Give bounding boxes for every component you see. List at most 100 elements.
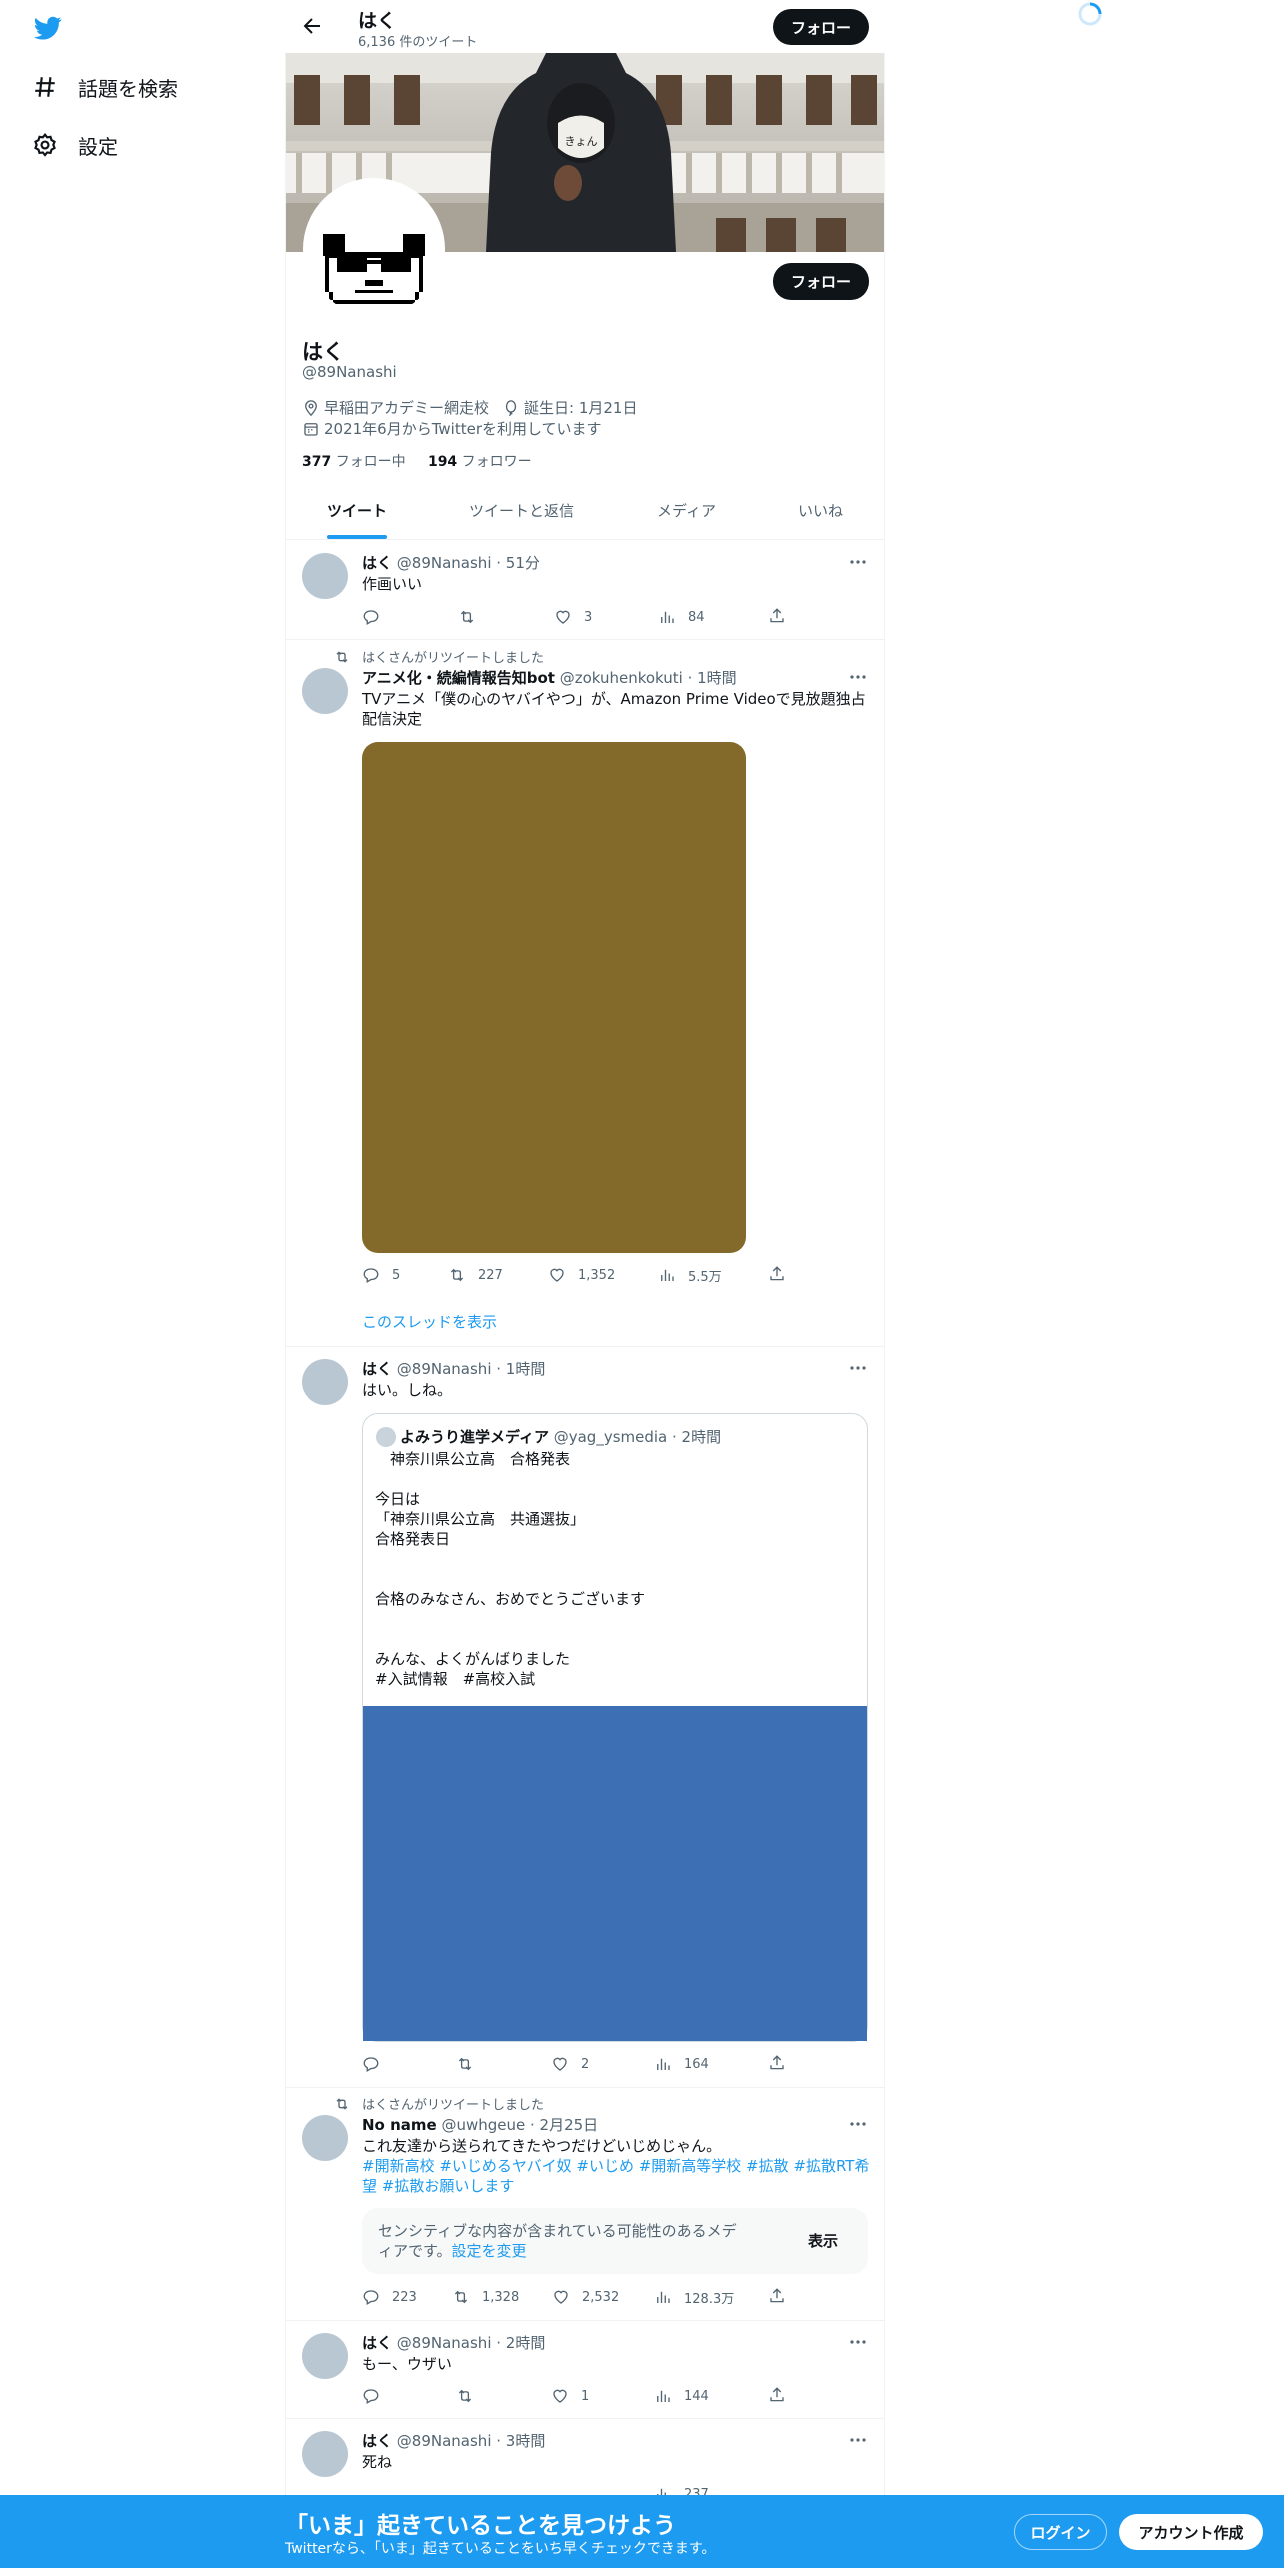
retweet-label-text[interactable]: はくさんがリツイートしました [362, 647, 544, 666]
tweet-header: はく @89Nanashi · 51分 [362, 552, 540, 573]
signup-button[interactable]: アカウント作成 [1119, 2514, 1263, 2550]
like-button[interactable]: 2 [551, 2054, 589, 2074]
quoted-line: みんな、よくがんばりました [375, 1650, 571, 1668]
retweet-button[interactable] [458, 607, 488, 627]
views-chart-icon [661, 611, 674, 623]
tab-likes[interactable]: いいね [798, 500, 843, 521]
tweet-author-name[interactable]: はく [362, 2432, 392, 2450]
profile-joined-text: 2021年6月からTwitterを利用しています [324, 420, 602, 438]
tweet-avatar[interactable] [302, 668, 348, 714]
tweet-text: TVアニメ「僕の心のヤバイやつ」が、Amazon Prime Videoで見放題… [362, 690, 866, 728]
profile-handle: @89Nanashi [302, 363, 397, 381]
like-button[interactable]: 1 [551, 2386, 589, 2406]
more-options-icon[interactable] [848, 2114, 868, 2134]
share-icon[interactable] [768, 607, 786, 625]
more-options-icon[interactable] [848, 2430, 868, 2450]
more-options-icon[interactable] [848, 1358, 868, 1378]
tweet-avatar[interactable] [302, 553, 348, 599]
like-count: 1 [581, 2388, 590, 2404]
retweet-label: はくさんがリツイートしました [334, 2094, 544, 2113]
retweet-icon [454, 2290, 468, 2304]
heart-icon [556, 610, 570, 624]
tweet-divider [286, 2320, 884, 2321]
location-pin-icon [305, 399, 317, 416]
header-follow-button[interactable]: フォロー [773, 9, 869, 45]
views-button[interactable]: 84 [658, 607, 705, 627]
tweet-author-name[interactable]: はく [362, 554, 392, 572]
tab-tweets-replies[interactable]: ツイートと返信 [469, 500, 574, 521]
reply-button[interactable] [362, 2386, 392, 2406]
login-prompt-subtitle: Twitterなら、「いま」起きていることをいち早くチェックできます。 [285, 2541, 716, 2557]
follow-button[interactable]: フォロー [773, 263, 869, 300]
tweet-avatar[interactable] [302, 1359, 348, 1405]
retweet-label-text[interactable]: はくさんがリツイートしました [362, 2094, 544, 2113]
quoted-tweet-media[interactable] [363, 1706, 867, 2041]
like-count: 2 [581, 2056, 590, 2072]
header-title: はく [358, 10, 397, 32]
loading-spinner-icon [1078, 2, 1102, 26]
views-chart-icon [657, 2390, 670, 2402]
tweet-avatar[interactable] [302, 2333, 348, 2379]
tweet-avatar[interactable] [302, 2431, 348, 2477]
retweet-button[interactable]: 1,328 [452, 2287, 519, 2307]
tab-media[interactable]: メディア [657, 500, 716, 521]
following-link[interactable]: 377 フォロー中 [302, 454, 406, 470]
twitter-logo-icon[interactable] [32, 14, 64, 42]
retweet-icon [336, 650, 348, 663]
retweet-button[interactable] [456, 2386, 486, 2406]
more-options-icon[interactable] [848, 667, 868, 687]
tweet-avatar[interactable] [302, 2115, 348, 2161]
like-button[interactable]: 2,532 [552, 2287, 619, 2307]
like-button[interactable]: 3 [554, 607, 592, 627]
like-count: 1,352 [578, 1267, 616, 1283]
tweet-meta[interactable]: @89Nanashi · 51分 [397, 554, 540, 572]
share-icon[interactable] [768, 1265, 786, 1283]
views-button[interactable]: 164 [654, 2054, 709, 2074]
reply-button[interactable] [362, 2054, 392, 2074]
views-button[interactable]: 5.5万 [658, 1265, 722, 1285]
tweet-hashtags[interactable]: #開新高校 #いじめるヤバイ奴 #いじめ #開新高等学校 #拡散 #拡散RT希望… [362, 2156, 870, 2196]
reply-button[interactable]: 5 [362, 1265, 400, 1285]
nav-explore[interactable]: 話題を検索 [32, 67, 178, 107]
share-icon[interactable] [768, 2386, 786, 2404]
reply-button[interactable]: 223 [362, 2287, 417, 2307]
login-button[interactable]: ログイン [1014, 2514, 1107, 2550]
tweet-author-name[interactable]: はく [362, 1360, 392, 1378]
views-count: 144 [684, 2388, 709, 2404]
sensitive-warning-text: センシティブな内容が含まれている可能性のあるメディアです。設定を変更 [378, 2221, 748, 2261]
views-chart-icon [657, 2291, 670, 2303]
tweet-meta[interactable]: @89Nanashi · 1時間 [397, 1360, 546, 1378]
tweet-author-name[interactable]: No name [362, 2116, 437, 2134]
retweet-button[interactable]: 227 [448, 1265, 503, 1285]
retweet-button[interactable] [456, 2054, 486, 2074]
like-button[interactable]: 1,352 [548, 1265, 615, 1285]
change-settings-link[interactable]: 設定を変更 [452, 2242, 527, 2260]
tweet-header: アニメ化・続編情報告知bot @zokuhenkokuti · 1時間 [362, 667, 737, 688]
retweet-count: 227 [478, 1267, 503, 1283]
views-button[interactable]: 144 [654, 2386, 709, 2406]
more-options-icon[interactable] [848, 552, 868, 572]
share-icon[interactable] [768, 2054, 786, 2072]
reply-count: 5 [392, 1267, 401, 1283]
nav-settings[interactable]: 設定 [32, 125, 118, 165]
nav-explore-label: 話題を検索 [78, 76, 178, 101]
show-sensitive-button[interactable]: 表示 [808, 2230, 838, 2251]
tweet-meta[interactable]: @89Nanashi · 3時間 [397, 2432, 546, 2450]
more-options-icon[interactable] [848, 2332, 868, 2352]
show-thread-link[interactable]: このスレッドを表示 [362, 1311, 497, 1332]
profile-avatar[interactable] [303, 178, 445, 320]
tweet-meta[interactable]: @89Nanashi · 2時間 [397, 2334, 546, 2352]
profile-name: はく [302, 340, 344, 364]
reply-button[interactable] [362, 607, 392, 627]
views-button[interactable]: 128.3万 [654, 2287, 734, 2307]
tab-tweets[interactable]: ツイート [327, 500, 387, 521]
tweet-meta[interactable]: @zokuhenkokuti · 1時間 [560, 669, 737, 687]
back-arrow-icon[interactable] [300, 14, 324, 38]
tweet-author-name[interactable]: アニメ化・続編情報告知bot [362, 669, 555, 687]
tweet-media-image[interactable] [362, 742, 746, 1253]
tweet-author-name[interactable]: はく [362, 2334, 392, 2352]
hashtag-icon [35, 77, 55, 97]
share-icon[interactable] [768, 2287, 786, 2305]
followers-link[interactable]: 194 フォロワー [428, 454, 532, 470]
tweet-meta[interactable]: @uwhgeue · 2月25日 [441, 2116, 598, 2134]
